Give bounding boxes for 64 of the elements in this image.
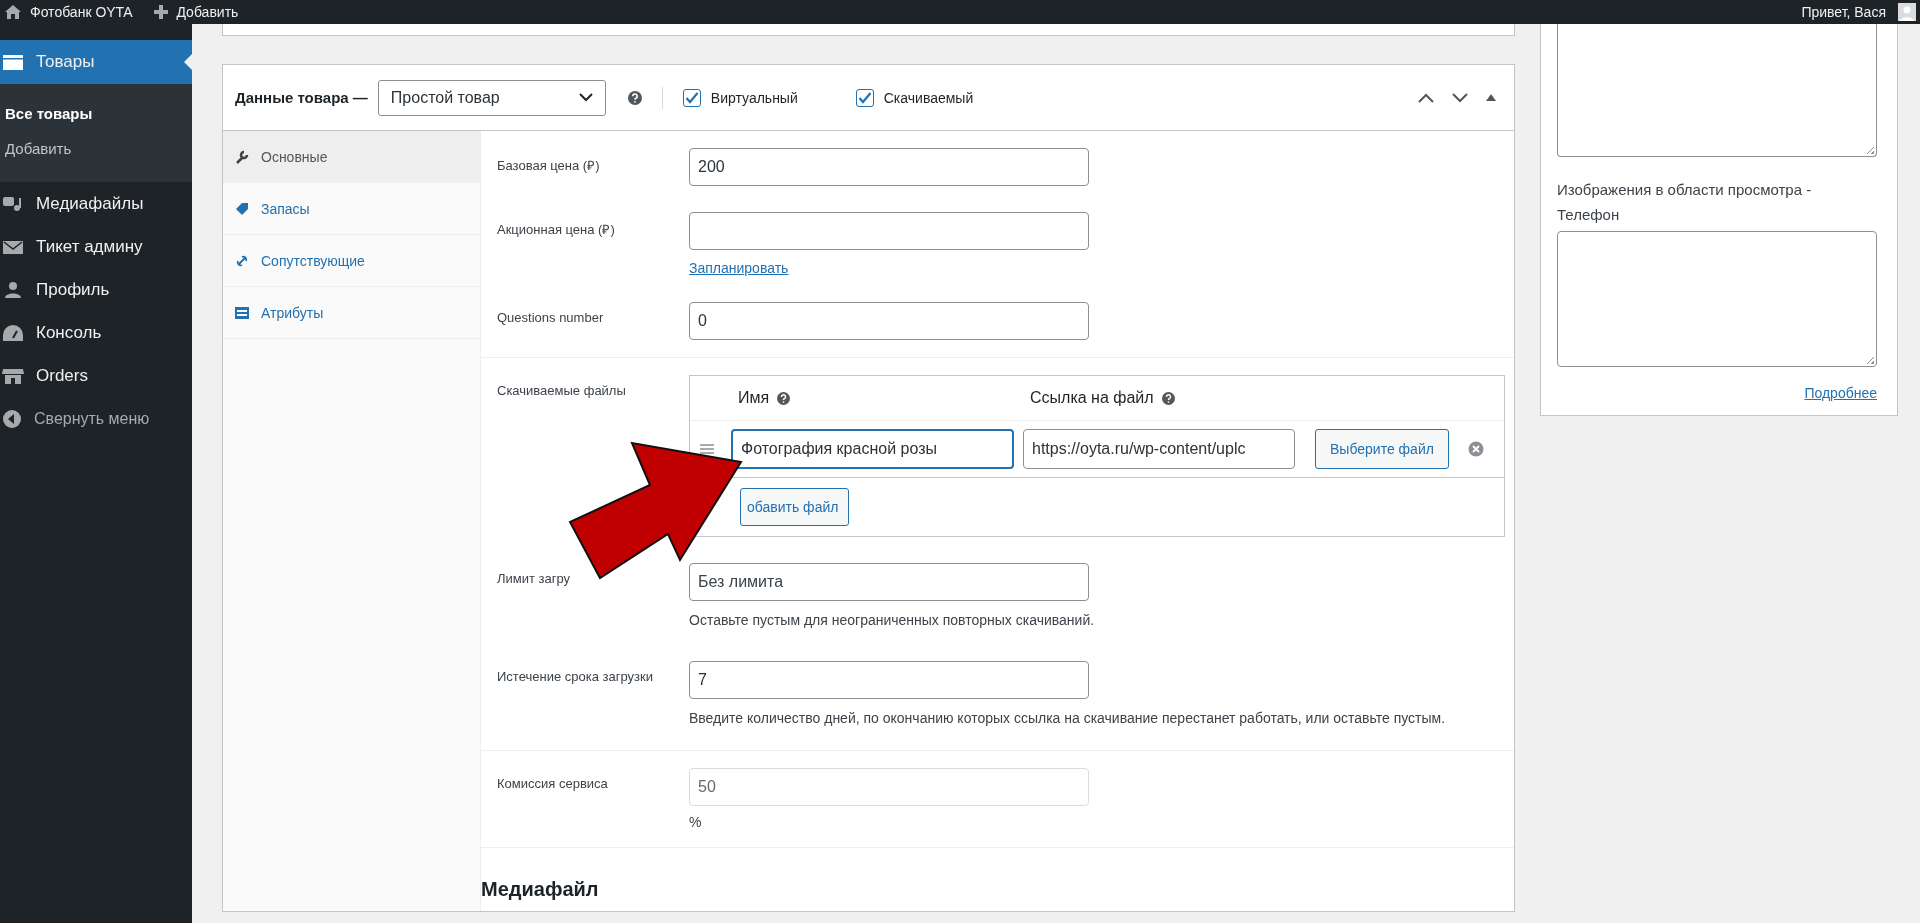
text-input[interactable] [689,212,1089,250]
wrench-icon [235,149,249,164]
checkbox[interactable] [682,88,701,107]
field-label: Акционная цена (₽) [497,221,616,239]
column-header: Имя [738,389,770,407]
menu-item[interactable]: Профиль [0,268,192,311]
field-label: Базовая цена (₽) [497,157,601,175]
menu-item[interactable]: Тикет админу [0,225,192,268]
menu-item[interactable]: Консоль [0,311,192,354]
column-header: Ссылка на файл [1030,389,1154,407]
checkbox-label: Виртуальный [710,89,798,106]
field-label: Истечение срока загрузки [497,668,654,686]
file-url-input[interactable]: https://oyta.ru/wp-content/uplc [1023,429,1295,469]
text-input[interactable]: Без лимита [689,563,1089,601]
schedule-link[interactable]: Запланировать [689,260,789,276]
submenu-item[interactable]: Все товары [0,96,192,131]
add-file-button[interactable]: обавить файл [740,488,850,526]
help-icon[interactable] [627,90,642,105]
move-down-icon[interactable] [1452,92,1468,103]
chevron-down-icon [578,93,593,102]
field-label: Комиссия сервиса [497,775,609,793]
menu-item[interactable]: Товары [0,40,192,84]
field-hint: Оставьте пустым для неограниченных повторных скачиваний. [689,611,1095,630]
add-new-link[interactable]: Добавить [176,4,239,20]
plus-icon[interactable] [154,5,169,19]
help-icon[interactable] [777,391,791,405]
drag-handle-icon[interactable] [700,444,714,454]
checkbox[interactable] [855,88,874,107]
text-input[interactable]: 200 [689,148,1089,186]
text-input[interactable]: 0 [689,302,1089,340]
product-type-select[interactable]: Простой товар [377,79,606,116]
section-heading: Медиафайл [481,878,600,901]
text-area[interactable] [1557,231,1877,367]
field-label: Questions number [497,309,605,327]
menu-item[interactable]: Orders [0,354,192,397]
unit-label: % [689,814,702,830]
remove-icon[interactable] [1467,441,1484,457]
panel-title: Данные товара — [235,89,368,106]
more-link[interactable]: Подробнее [1804,385,1877,401]
product-tab[interactable]: Основные [223,131,480,183]
text-input[interactable]: 7 [689,661,1089,699]
product-tab[interactable]: Запасы [223,183,480,235]
home-icon[interactable] [4,4,22,20]
product-tab[interactable]: Сопутствующие [223,235,480,287]
field-label: Лимит загру [497,570,572,588]
file-name-input[interactable]: Фотография красной розы [731,429,1014,469]
product-tab[interactable]: Атрибуты [223,287,480,339]
collapse-toggle-icon[interactable] [1486,94,1496,101]
box-icon [2,52,24,72]
move-up-icon[interactable] [1418,92,1434,103]
field-hint: Введите количество дней, по окончанию которых ссылка на скачивание перестанет работать, или оставьте пустым. [689,709,1446,728]
submenu-item[interactable]: Добавить [0,131,192,166]
collapse-menu-button[interactable]: Свернуть меню [0,397,192,440]
field-label: Изображения в области просмотра - Телефон [1557,180,1813,225]
help-icon[interactable] [1161,391,1175,405]
greeting-link[interactable]: Привет, Вася [1801,4,1886,20]
field-label: Скачиваемые файлы [497,382,627,400]
choose-file-button[interactable]: Выберите файл [1315,429,1449,469]
menu-item[interactable]: Медиафайлы [0,182,192,225]
tag-icon [235,201,249,216]
checkbox-label: Скачиваемый [883,89,974,106]
user-icon [2,279,24,300]
list-icon [235,305,249,320]
site-link[interactable]: Фотобанк OYTA [30,4,133,20]
